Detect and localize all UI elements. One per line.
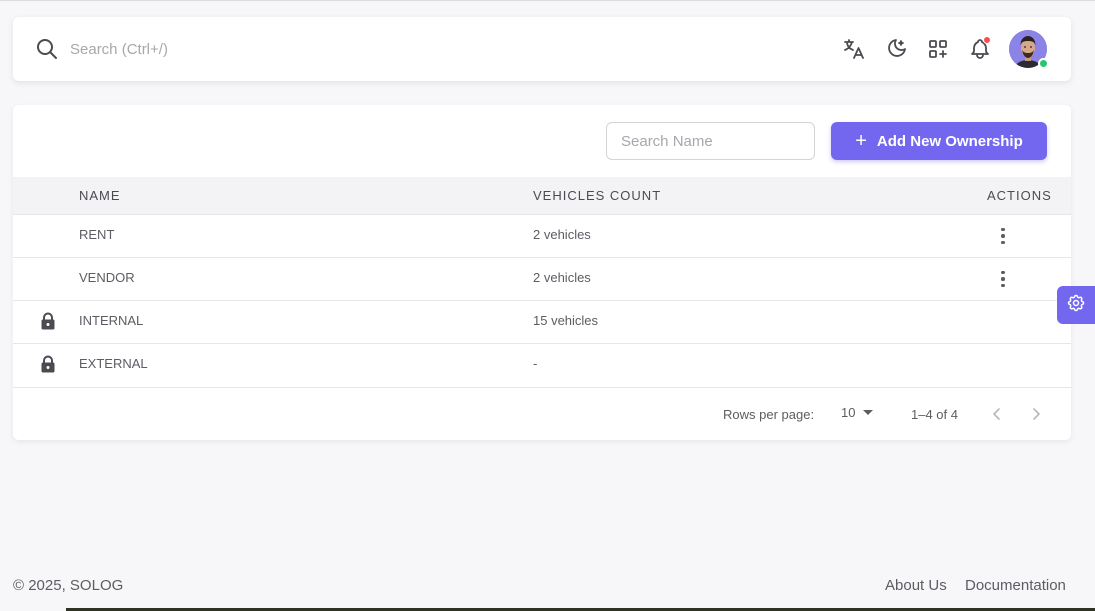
footer-copyright: © 2025, SOLOG — [13, 577, 124, 594]
table-row[interactable]: VENDOR 2 vehicles — [13, 258, 1071, 301]
chevron-left-icon[interactable] — [988, 405, 1006, 423]
ownership-name: VENDOR — [79, 270, 135, 285]
theme-toggle-icon[interactable] — [884, 37, 908, 61]
lock-icon — [38, 311, 58, 331]
column-header-actions: ACTIONS — [987, 188, 1052, 203]
bell-icon[interactable] — [968, 36, 992, 61]
ownership-name: INTERNAL — [79, 313, 144, 328]
online-status-dot — [1038, 58, 1049, 69]
vehicles-count: 2 vehicles — [533, 270, 591, 285]
rows-per-page-label: Rows per page: — [723, 407, 815, 422]
top-navbar — [13, 17, 1071, 81]
column-header-vehicles-count[interactable]: VEHICLES COUNT — [533, 188, 661, 203]
column-header-name[interactable]: NAME — [79, 188, 121, 203]
global-search-input[interactable] — [70, 37, 470, 61]
vehicles-count: 2 vehicles — [533, 227, 591, 242]
gear-icon — [1066, 293, 1086, 318]
apps-grid-icon[interactable] — [926, 37, 950, 61]
plus-icon: + — [855, 130, 867, 152]
ownership-name: RENT — [79, 227, 115, 242]
table-row[interactable]: INTERNAL 15 vehicles — [13, 301, 1071, 344]
table-row[interactable]: EXTERNAL - — [13, 344, 1071, 388]
search-name-input[interactable] — [606, 122, 815, 160]
footer-link-about-us[interactable]: About Us — [885, 577, 947, 594]
chevron-right-icon[interactable] — [1027, 405, 1045, 423]
pagination: Rows per page: 10 1–4 of 4 — [13, 389, 1071, 439]
rows-per-page-select[interactable]: 10 — [841, 405, 874, 420]
add-new-ownership-button[interactable]: + Add New Ownership — [831, 122, 1047, 160]
table-header: NAME VEHICLES COUNT ACTIONS — [13, 177, 1071, 215]
row-actions-menu-icon[interactable] — [993, 223, 1013, 249]
customizer-toggle-button[interactable] — [1057, 286, 1095, 324]
search-icon[interactable] — [35, 37, 59, 61]
ownership-name: EXTERNAL — [79, 356, 148, 371]
user-avatar[interactable] — [1009, 30, 1049, 69]
translate-icon[interactable] — [842, 37, 866, 61]
add-button-label: Add New Ownership — [876, 132, 1023, 150]
footer-link-documentation[interactable]: Documentation — [965, 577, 1066, 594]
row-actions-menu-icon[interactable] — [993, 266, 1013, 292]
vehicles-count: - — [533, 356, 538, 371]
ownership-card: + Add New Ownership NAME VEHICLES COUNT … — [13, 105, 1071, 440]
notification-dot — [983, 36, 991, 44]
pagination-range: 1–4 of 4 — [911, 407, 958, 422]
vehicles-count: 15 vehicles — [533, 313, 599, 328]
rows-per-page-value: 10 — [841, 405, 856, 420]
table-row[interactable]: RENT 2 vehicles — [13, 215, 1071, 258]
lock-icon — [38, 354, 58, 374]
caret-down-icon — [863, 410, 874, 415]
